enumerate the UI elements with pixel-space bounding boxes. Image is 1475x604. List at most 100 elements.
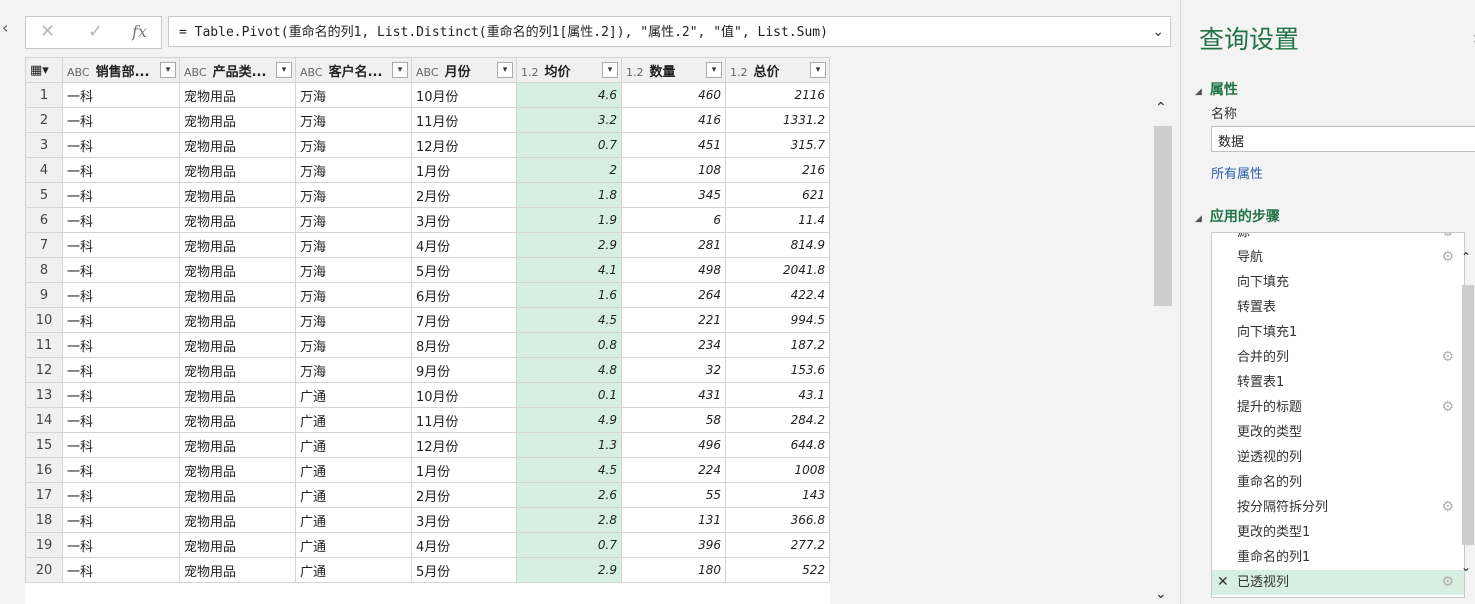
table-cell[interactable]: 宠物用品 bbox=[179, 557, 296, 583]
applied-step[interactable]: 合并的列 ⚙ bbox=[1212, 345, 1464, 370]
table-cell[interactable]: 4.5 bbox=[516, 307, 622, 333]
table-cell[interactable]: 一科 bbox=[62, 457, 180, 483]
table-cell[interactable]: 一科 bbox=[62, 507, 180, 533]
row-number[interactable]: 20 bbox=[25, 557, 63, 583]
table-cell[interactable]: 396 bbox=[621, 532, 726, 558]
applied-step[interactable]: 更改的类型 bbox=[1212, 420, 1464, 445]
filter-dropdown-icon[interactable]: ▾ bbox=[706, 62, 722, 78]
left-collapse-strip[interactable]: ‹ bbox=[0, 0, 16, 604]
table-cell[interactable]: 11月份 bbox=[411, 107, 517, 133]
table-cell[interactable]: 一科 bbox=[62, 357, 180, 383]
table-cell[interactable]: 3.2 bbox=[516, 107, 622, 133]
table-cell[interactable]: 9月份 bbox=[411, 357, 517, 383]
column-header[interactable]: 1.2 总价 ▾ bbox=[725, 57, 830, 83]
table-cell[interactable]: 万海 bbox=[295, 157, 412, 183]
table-cell[interactable]: 12月份 bbox=[411, 132, 517, 158]
table-cell[interactable]: 宠物用品 bbox=[179, 532, 296, 558]
table-cell[interactable]: 万海 bbox=[295, 82, 412, 108]
table-cell[interactable]: 187.2 bbox=[725, 332, 830, 358]
row-number[interactable]: 13 bbox=[25, 382, 63, 408]
table-cell[interactable]: 264 bbox=[621, 282, 726, 308]
table-cell[interactable]: 万海 bbox=[295, 332, 412, 358]
row-number[interactable]: 16 bbox=[25, 457, 63, 483]
table-cell[interactable]: 宠物用品 bbox=[179, 107, 296, 133]
table-cell[interactable]: 451 bbox=[621, 132, 726, 158]
table-cell[interactable]: 广通 bbox=[295, 407, 412, 433]
table-cell[interactable]: 宠物用品 bbox=[179, 182, 296, 208]
table-cell[interactable]: 0.7 bbox=[516, 132, 622, 158]
table-menu-icon[interactable]: ▦▾ bbox=[25, 57, 63, 83]
table-cell[interactable]: 43.1 bbox=[725, 382, 830, 408]
row-number[interactable]: 14 bbox=[25, 407, 63, 433]
applied-step[interactable]: 重命名的列 bbox=[1212, 470, 1464, 495]
table-cell[interactable]: 万海 bbox=[295, 107, 412, 133]
collapse-triangle-icon[interactable]: ◢ bbox=[1195, 214, 1202, 224]
table-cell[interactable]: 一科 bbox=[62, 107, 180, 133]
table-cell[interactable]: 一科 bbox=[62, 132, 180, 158]
table-cell[interactable]: 55 bbox=[621, 482, 726, 508]
type-icon[interactable]: ABC bbox=[184, 66, 207, 79]
column-header[interactable]: ABC 月份 ▾ bbox=[411, 57, 517, 83]
table-cell[interactable]: 366.8 bbox=[725, 507, 830, 533]
applied-step[interactable]: 更改的类型1 bbox=[1212, 520, 1464, 545]
collapse-triangle-icon[interactable]: ◢ bbox=[1195, 87, 1202, 97]
table-cell[interactable]: 宠物用品 bbox=[179, 207, 296, 233]
row-number[interactable]: 10 bbox=[25, 307, 63, 333]
table-cell[interactable]: 1月份 bbox=[411, 157, 517, 183]
table-cell[interactable]: 一科 bbox=[62, 82, 180, 108]
table-cell[interactable]: 广通 bbox=[295, 532, 412, 558]
table-cell[interactable]: 1.6 bbox=[516, 282, 622, 308]
table-cell[interactable]: 58 bbox=[621, 407, 726, 433]
table-cell[interactable]: 5月份 bbox=[411, 257, 517, 283]
table-cell[interactable]: 32 bbox=[621, 357, 726, 383]
row-number[interactable]: 12 bbox=[25, 357, 63, 383]
table-cell[interactable]: 10月份 bbox=[411, 382, 517, 408]
table-cell[interactable]: 一科 bbox=[62, 532, 180, 558]
table-cell[interactable]: 宠物用品 bbox=[179, 357, 296, 383]
table-cell[interactable]: 2041.8 bbox=[725, 257, 830, 283]
grid-scrollbar[interactable]: ⌃ ⌄ bbox=[1152, 96, 1172, 604]
applied-step[interactable]: 提升的标题 ⚙ bbox=[1212, 395, 1464, 420]
gear-icon[interactable]: ⚙ bbox=[1441, 245, 1454, 270]
name-field[interactable]: 数据 bbox=[1211, 126, 1475, 152]
type-icon[interactable]: 1.2 bbox=[730, 66, 748, 79]
table-cell[interactable]: 814.9 bbox=[725, 232, 830, 258]
filter-dropdown-icon[interactable]: ▾ bbox=[602, 62, 618, 78]
table-cell[interactable]: 1331.2 bbox=[725, 107, 830, 133]
filter-dropdown-icon[interactable]: ▾ bbox=[276, 62, 292, 78]
type-icon[interactable]: 1.2 bbox=[521, 66, 539, 79]
filter-dropdown-icon[interactable]: ▾ bbox=[160, 62, 176, 78]
check-icon[interactable]: ✓ bbox=[88, 21, 103, 42]
table-cell[interactable]: 宠物用品 bbox=[179, 232, 296, 258]
table-cell[interactable]: 2.8 bbox=[516, 507, 622, 533]
table-cell[interactable]: 0.7 bbox=[516, 532, 622, 558]
column-header[interactable]: 1.2 数量 ▾ bbox=[621, 57, 726, 83]
table-cell[interactable]: 281 bbox=[621, 232, 726, 258]
applied-step[interactable]: 导航 ⚙ bbox=[1212, 245, 1464, 270]
table-cell[interactable]: 11.4 bbox=[725, 207, 830, 233]
table-cell[interactable]: 345 bbox=[621, 182, 726, 208]
table-cell[interactable]: 宠物用品 bbox=[179, 307, 296, 333]
table-cell[interactable]: 一科 bbox=[62, 157, 180, 183]
table-cell[interactable]: 2.9 bbox=[516, 557, 622, 583]
table-cell[interactable]: 460 bbox=[621, 82, 726, 108]
table-cell[interactable]: 1月份 bbox=[411, 457, 517, 483]
delete-step-icon[interactable]: ✕ bbox=[1217, 570, 1229, 595]
scroll-up-icon[interactable]: ⌃ bbox=[1155, 100, 1167, 116]
table-cell[interactable]: 131 bbox=[621, 507, 726, 533]
table-cell[interactable]: 7月份 bbox=[411, 307, 517, 333]
table-cell[interactable]: 万海 bbox=[295, 132, 412, 158]
applied-step[interactable]: 转置表1 bbox=[1212, 370, 1464, 395]
table-cell[interactable]: 4.1 bbox=[516, 257, 622, 283]
table-cell[interactable]: 2月份 bbox=[411, 482, 517, 508]
properties-heading[interactable]: ◢ 属性 bbox=[1195, 79, 1238, 99]
row-number[interactable]: 8 bbox=[25, 257, 63, 283]
table-cell[interactable]: 8月份 bbox=[411, 332, 517, 358]
column-header[interactable]: ABC 产品类... ▾ bbox=[179, 57, 296, 83]
table-cell[interactable]: 221 bbox=[621, 307, 726, 333]
table-cell[interactable]: 宠物用品 bbox=[179, 432, 296, 458]
type-icon[interactable]: ABC bbox=[416, 66, 439, 79]
table-cell[interactable]: 万海 bbox=[295, 282, 412, 308]
table-cell[interactable]: 2116 bbox=[725, 82, 830, 108]
table-cell[interactable]: 广通 bbox=[295, 507, 412, 533]
